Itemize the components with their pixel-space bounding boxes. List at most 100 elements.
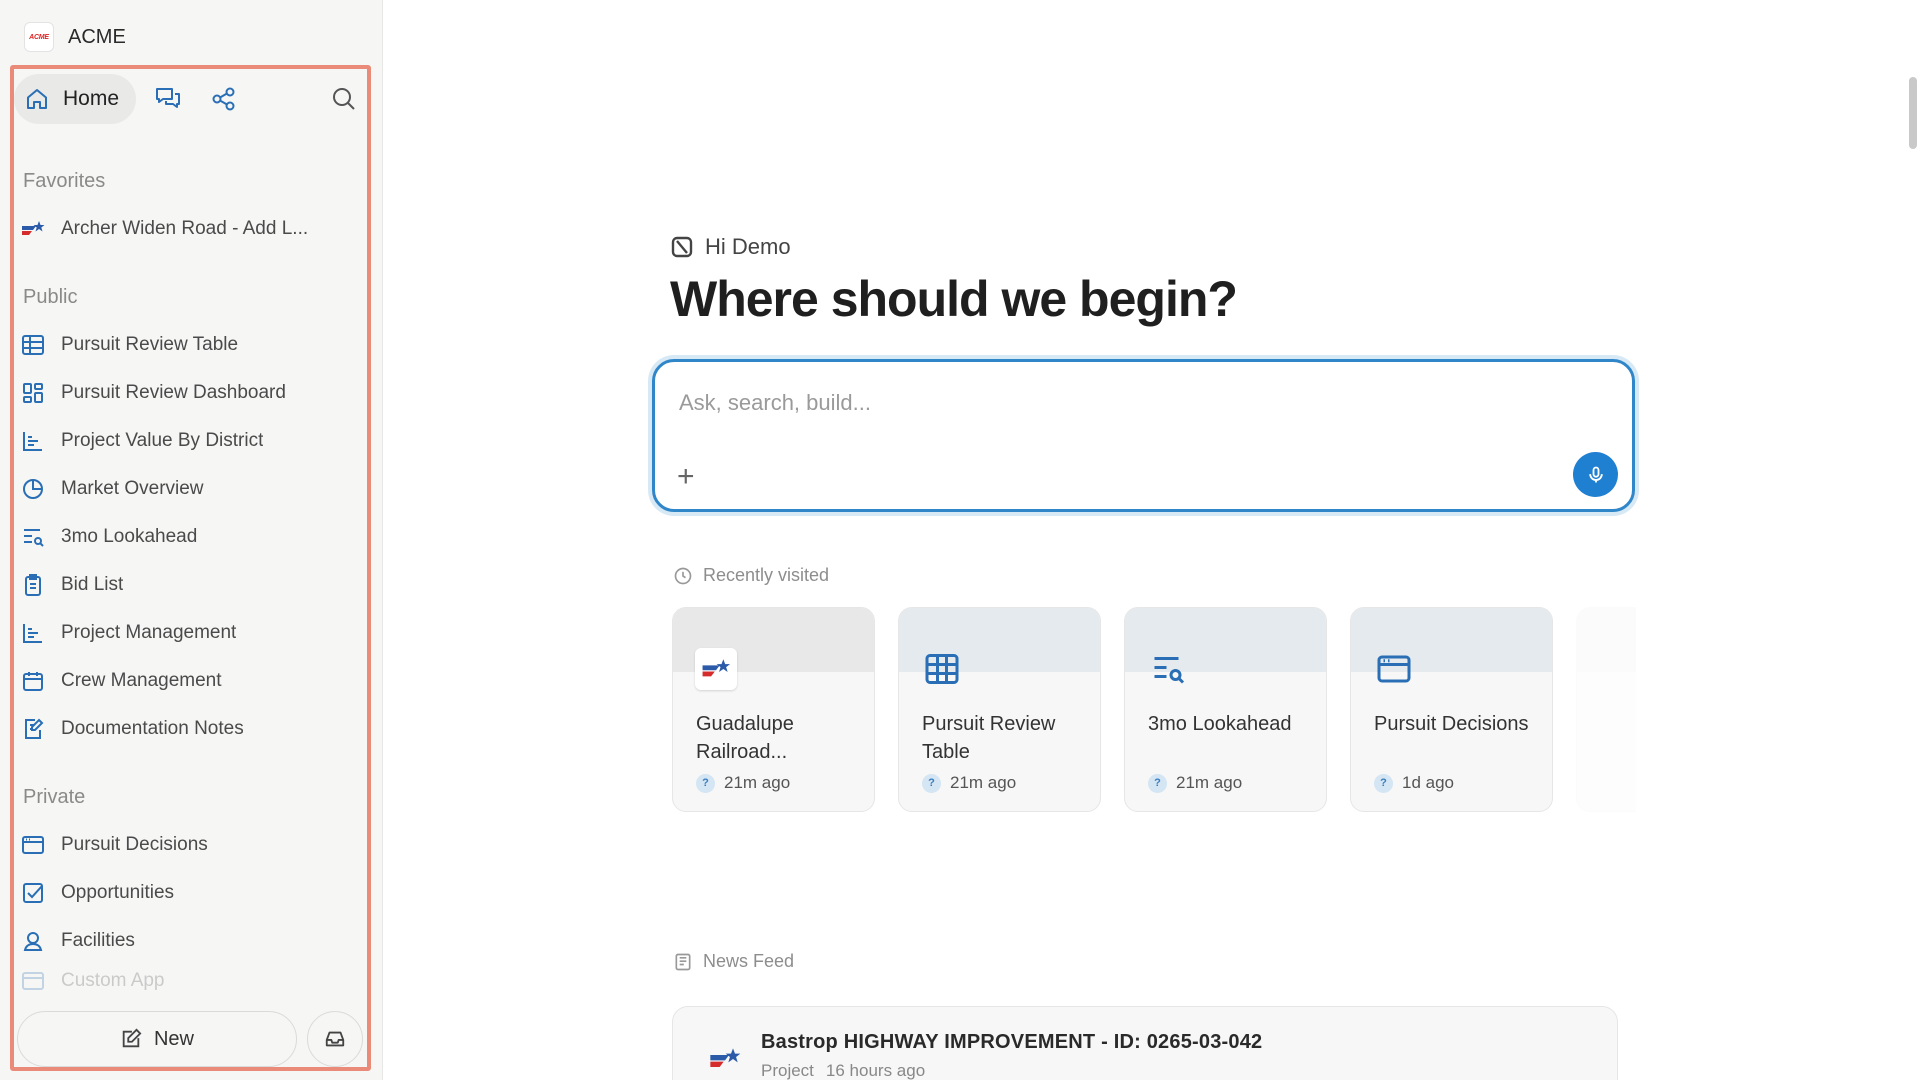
sidebar-item-pursuit-review-dashboard[interactable]: Pursuit Review Dashboard: [20, 373, 360, 413]
checkbox-icon: [20, 880, 46, 906]
visitor-avatar: ?: [922, 773, 941, 793]
dashboard-icon: [20, 380, 46, 406]
clock-icon: [674, 567, 692, 584]
browser-window-icon: [20, 832, 46, 858]
card-meta: ? 21m ago: [922, 773, 1016, 793]
add-attachment-button[interactable]: +: [677, 462, 695, 492]
voice-input-button[interactable]: [1573, 452, 1618, 497]
sidebar-item-crew-management[interactable]: Crew Management: [20, 661, 360, 701]
card-title: Pursuit Decisions: [1374, 713, 1529, 735]
prompt-box: +: [652, 359, 1635, 512]
recent-card-guadalupe-railroad[interactable]: Guadalupe Railroad... ? 21m ago: [672, 607, 875, 812]
location-user-icon: [20, 928, 46, 954]
news-meta: Project 16 hours ago: [761, 1061, 925, 1080]
txdot-logo-icon: [695, 648, 737, 690]
sidebar-item-label: Pursuit Review Table: [61, 334, 239, 355]
recently-visited-label: Recently visited: [703, 565, 830, 585]
sidebar-item-documentation-notes[interactable]: Documentation Notes: [20, 709, 360, 749]
bar-chart-icon: [20, 620, 46, 646]
share-nodes-icon[interactable]: [210, 85, 238, 113]
sidebar-item-label: Opportunities: [61, 882, 175, 903]
browser-window-icon: [20, 969, 46, 993]
private-heading: Private: [23, 786, 86, 808]
sidebar-item-3mo-lookahead[interactable]: 3mo Lookahead: [20, 517, 360, 557]
sidebar-item-market-overview[interactable]: Market Overview: [20, 469, 360, 509]
news-time: 16 hours ago: [825, 1061, 926, 1080]
card-time: 1d ago: [1402, 773, 1454, 792]
sidebar-item-label: Crew Management: [61, 670, 222, 691]
page-headline: Where should we begin?: [670, 271, 1238, 327]
sidebar-item-label: Market Overview: [61, 478, 204, 499]
sidebar-item-custom-app[interactable]: Custom App: [20, 969, 360, 993]
new-button-label: New: [153, 1027, 194, 1050]
txdot-logo-icon: [20, 216, 46, 242]
new-button[interactable]: New: [17, 1011, 297, 1067]
news-type: Project: [761, 1061, 814, 1080]
card-meta: ? 21m ago: [1148, 773, 1242, 793]
favorites-heading: Favorites: [23, 170, 106, 192]
sidebar-item-label: Custom App: [61, 970, 165, 991]
recent-card-3mo-lookahead[interactable]: 3mo Lookahead ? 21m ago: [1124, 607, 1327, 812]
recent-card-pursuit-decisions[interactable]: Pursuit Decisions ? 1d ago: [1350, 607, 1553, 812]
visitor-avatar: ?: [1148, 773, 1167, 793]
chat-icon[interactable]: [154, 85, 182, 113]
workspace-brand[interactable]: ACME ACME: [24, 22, 126, 52]
recently-visited-heading: Recently visited: [673, 565, 829, 586]
sidebar-item-label: 3mo Lookahead: [61, 526, 198, 547]
sidebar-item-project-management[interactable]: Project Management: [20, 613, 360, 653]
visitor-avatar: ?: [696, 773, 715, 793]
recent-card-overflow[interactable]: [1576, 607, 1636, 812]
home-label: Home: [63, 87, 120, 110]
search-icon[interactable]: [330, 85, 358, 113]
acme-logo-icon: ACME: [24, 22, 54, 52]
news-feed-heading: News Feed: [673, 951, 794, 972]
news-item[interactable]: Bastrop HIGHWAY IMPROVEMENT - ID: 0265-0…: [672, 1006, 1618, 1080]
sidebar-item-label: Project Value By District: [61, 430, 264, 451]
pie-chart-icon: [20, 476, 46, 502]
list-search-icon: [1147, 648, 1189, 690]
newspaper-icon: [675, 953, 691, 970]
sidebar-item-archer-widen-road[interactable]: Archer Widen Road - Add L...: [20, 209, 360, 249]
note-edit-icon: [20, 716, 46, 742]
sidebar-item-label: Bid List: [61, 574, 124, 595]
workspace-name: ACME: [68, 25, 126, 48]
sidebar-item-opportunities[interactable]: Opportunities: [20, 873, 360, 913]
card-meta: ? 21m ago: [696, 773, 790, 793]
sidebar-item-bid-list[interactable]: Bid List: [20, 565, 360, 605]
inbox-button[interactable]: [307, 1011, 363, 1067]
list-search-icon: [20, 524, 46, 550]
sidebar-item-label: Project Management: [61, 622, 237, 643]
home-button[interactable]: Home: [14, 74, 136, 124]
sidebar-item-pursuit-review-table[interactable]: Pursuit Review Table: [20, 325, 360, 365]
sidebar-item-facilities[interactable]: Facilities: [20, 921, 360, 961]
sidebar: ACME ACME Home Favorites Archer Widen Ro…: [0, 0, 383, 1080]
card-title: Guadalupe Railroad...: [696, 713, 794, 763]
sidebar-item-pursuit-decisions[interactable]: Pursuit Decisions: [20, 825, 360, 865]
card-header: [1577, 608, 1636, 672]
sidebar-item-label: Pursuit Review Dashboard: [61, 382, 286, 403]
greeting-text: Hi Demo: [705, 234, 791, 259]
calendar-icon: [20, 668, 46, 694]
news-feed-label: News Feed: [703, 951, 795, 971]
sidebar-item-label: Archer Widen Road - Add L...: [61, 218, 309, 239]
card-time: 21m ago: [950, 773, 1017, 792]
microphone-icon: [1588, 466, 1603, 482]
visitor-avatar: ?: [1374, 773, 1393, 793]
txdot-logo-icon: [705, 1039, 745, 1079]
sidebar-item-label: Documentation Notes: [61, 718, 244, 739]
news-title: Bastrop HIGHWAY IMPROVEMENT - ID: 0265-0…: [761, 1031, 1263, 1053]
table-icon: [921, 648, 963, 690]
clipboard-icon: [20, 572, 46, 598]
card-time: 21m ago: [724, 773, 791, 792]
sidebar-item-project-value-by-district[interactable]: Project Value By District: [20, 421, 360, 461]
recent-card-pursuit-review-table[interactable]: Pursuit Review Table ? 21m ago: [898, 607, 1101, 812]
prompt-input[interactable]: [679, 390, 1579, 416]
app-logo-icon: [671, 236, 693, 258]
card-meta: ? 1d ago: [1374, 773, 1454, 793]
compose-icon: [122, 1028, 142, 1048]
public-heading: Public: [23, 286, 78, 308]
bar-chart-icon: [20, 428, 46, 454]
home-icon: [27, 89, 47, 109]
page-scrollbar[interactable]: [1909, 77, 1917, 149]
card-time: 21m ago: [1176, 773, 1243, 792]
